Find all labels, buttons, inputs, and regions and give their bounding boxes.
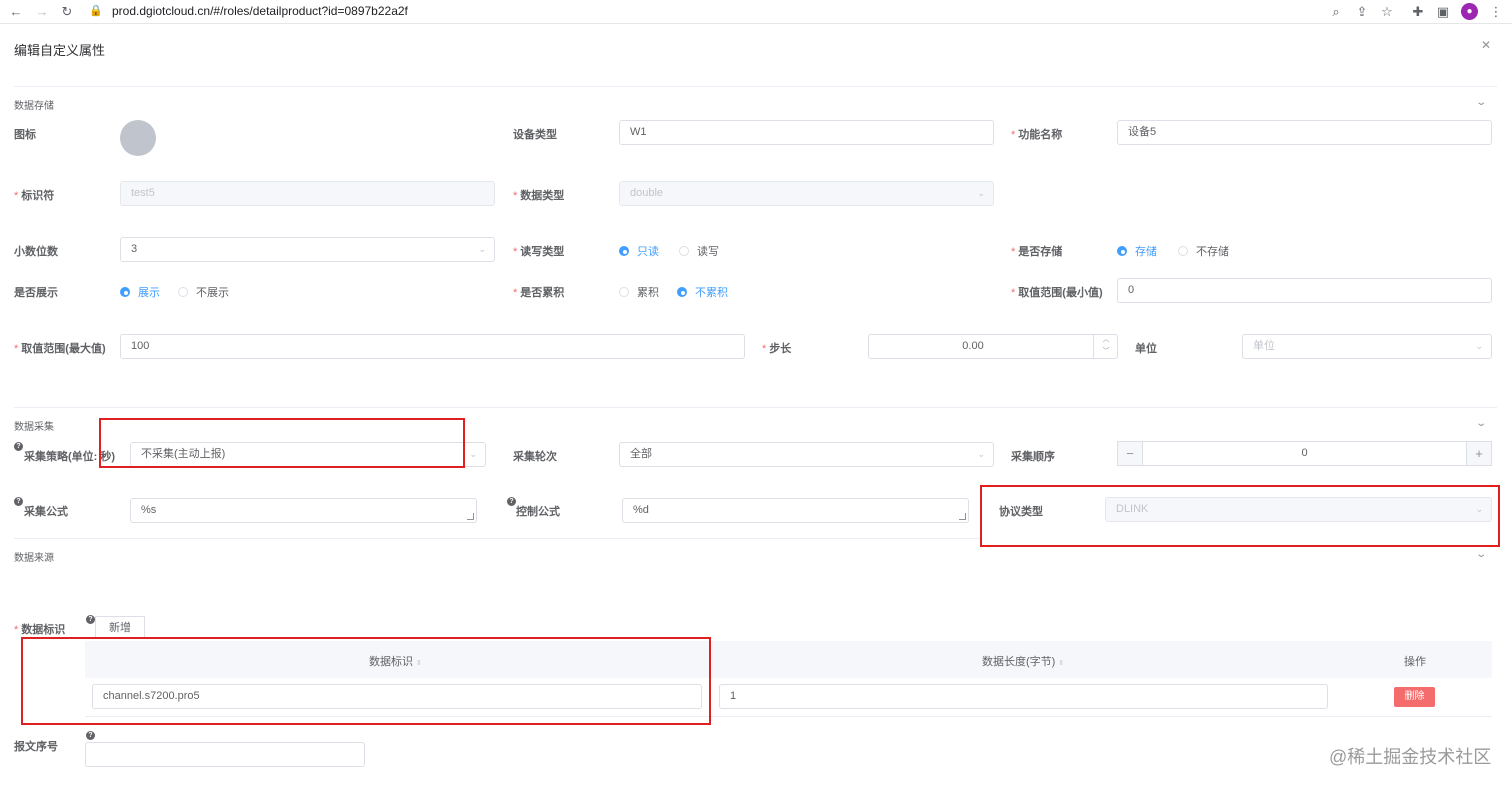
radio-show[interactable]: 展示 bbox=[120, 284, 160, 300]
highlight-box bbox=[21, 637, 711, 725]
max-input[interactable]: 100 bbox=[120, 334, 745, 359]
order-label: 采集顺序 bbox=[1011, 451, 1055, 463]
data-type-select: double ⌄ bbox=[619, 181, 994, 206]
formula-textarea[interactable]: %s bbox=[130, 498, 477, 523]
round-select[interactable]: 全部 ⌄ bbox=[619, 442, 994, 467]
dialog-title: 编辑自定义属性 bbox=[14, 43, 106, 58]
divider bbox=[14, 407, 1497, 408]
identifier-input: test5 bbox=[120, 181, 495, 206]
chevron-down-icon[interactable]: ⌄ bbox=[1475, 418, 1487, 429]
section-source-title: 数据来源 bbox=[14, 553, 54, 564]
sort-icon[interactable]: ⇕ bbox=[1058, 660, 1064, 667]
help-icon[interactable]: ? bbox=[14, 497, 23, 506]
chevron-down-icon: ⌄ bbox=[1475, 341, 1483, 351]
forward-icon[interactable]: → bbox=[34, 4, 50, 20]
increment-button[interactable]: + bbox=[1466, 441, 1492, 466]
column-header: 操作 bbox=[1404, 656, 1426, 668]
max-label: * 取值范围(最大值) bbox=[14, 343, 106, 355]
formula-label: 采集公式 bbox=[24, 506, 68, 518]
icon-label: 图标 bbox=[14, 129, 36, 141]
close-icon[interactable]: ✕ bbox=[1481, 38, 1491, 52]
seq-input[interactable] bbox=[85, 742, 365, 767]
data-length-input[interactable]: 1 bbox=[719, 684, 1328, 709]
menu-icon[interactable]: ⋮ bbox=[1488, 4, 1504, 20]
reload-icon[interactable]: ↻ bbox=[59, 4, 75, 20]
unit-label: 单位 bbox=[1135, 343, 1157, 355]
help-icon[interactable]: ? bbox=[14, 442, 23, 451]
radio-store[interactable]: 存储 bbox=[1117, 243, 1157, 259]
chevron-down-icon: ⌄ bbox=[977, 449, 985, 459]
device-type-input[interactable]: W1 bbox=[619, 120, 994, 145]
highlight-box bbox=[99, 418, 465, 468]
delete-button[interactable]: 删除 bbox=[1394, 687, 1435, 707]
step-input[interactable]: 0.00 bbox=[868, 334, 1118, 359]
decimals-label: 小数位数 bbox=[14, 246, 58, 258]
address-bar[interactable]: 🔒 prod.dgiotcloud.cn/#/roles/detailprodu… bbox=[84, 0, 1324, 22]
icon-upload[interactable] bbox=[120, 120, 156, 156]
rw-label: * 读写类型 bbox=[513, 246, 565, 258]
unit-select[interactable]: 单位 ⌄ bbox=[1242, 334, 1492, 359]
column-header[interactable]: 数据长度(字节) ⇕ bbox=[982, 653, 1064, 669]
divider bbox=[14, 538, 980, 539]
watermark: @稀土掘金技术社区 bbox=[1329, 747, 1492, 767]
store-label: * 是否存储 bbox=[1011, 246, 1063, 258]
step-spinner[interactable]: ︿ ﹀ bbox=[1093, 334, 1118, 359]
control-label: 控制公式 bbox=[516, 506, 560, 518]
func-name-input[interactable]: 设备5 bbox=[1117, 120, 1492, 145]
back-icon[interactable]: ← bbox=[8, 4, 24, 20]
show-label: 是否展示 bbox=[14, 287, 58, 299]
radio-noshow[interactable]: 不展示 bbox=[178, 284, 229, 300]
identifier-label: * 标识符 bbox=[14, 190, 55, 202]
decrement-button[interactable]: − bbox=[1117, 441, 1143, 466]
min-input[interactable]: 0 bbox=[1117, 278, 1492, 303]
chevron-down-icon[interactable]: ⌄ bbox=[1475, 97, 1487, 108]
highlight-box bbox=[980, 485, 1500, 547]
accum-label: * 是否累积 bbox=[513, 287, 565, 299]
sidepanel-icon[interactable]: ▣ bbox=[1435, 4, 1451, 20]
profile-avatar[interactable]: ● bbox=[1461, 3, 1478, 20]
help-icon[interactable]: ? bbox=[86, 615, 95, 624]
chevron-down-icon: ⌄ bbox=[469, 449, 477, 459]
help-icon[interactable]: ? bbox=[86, 731, 95, 740]
url-text: prod.dgiotcloud.cn/#/roles/detailproduct… bbox=[112, 4, 408, 18]
radio-noaccum[interactable]: 不累积 bbox=[677, 284, 728, 300]
data-type-label: * 数据类型 bbox=[513, 190, 565, 202]
data-id-label: * 数据标识 bbox=[14, 624, 66, 636]
share-icon[interactable]: ⇪ bbox=[1354, 4, 1370, 20]
func-name-label: * 功能名称 bbox=[1011, 129, 1063, 141]
min-label: * 取值范围(最小值) bbox=[1011, 287, 1103, 299]
bookmark-star-icon[interactable]: ☆ bbox=[1379, 4, 1395, 20]
add-button[interactable]: 新增 bbox=[95, 616, 145, 639]
control-textarea[interactable]: %d bbox=[622, 498, 969, 523]
round-label: 采集轮次 bbox=[513, 451, 557, 463]
radio-readonly[interactable]: 只读 bbox=[619, 243, 659, 259]
radio-nostore[interactable]: 不存储 bbox=[1178, 243, 1229, 259]
device-type-label: 设备类型 bbox=[513, 129, 557, 141]
browser-toolbar: ← → ↻ 🔒 prod.dgiotcloud.cn/#/roles/detai… bbox=[0, 0, 1512, 24]
help-icon[interactable]: ? bbox=[507, 497, 516, 506]
decimals-select[interactable]: 3 ⌄ bbox=[120, 237, 495, 262]
section-storage-title: 数据存储 bbox=[14, 101, 54, 112]
lock-icon: 🔒 bbox=[89, 5, 103, 17]
radio-accum[interactable]: 累积 bbox=[619, 284, 659, 300]
seq-label: 报文序号 bbox=[14, 741, 58, 753]
order-input[interactable]: 0 bbox=[1142, 441, 1467, 466]
step-label: * 步长 bbox=[762, 343, 792, 355]
zoom-icon[interactable]: ⌕ bbox=[1328, 4, 1344, 20]
extensions-icon[interactable]: ✚ bbox=[1410, 4, 1426, 20]
divider bbox=[14, 86, 1497, 87]
radio-readwrite[interactable]: 读写 bbox=[679, 243, 719, 259]
section-collect-title: 数据采集 bbox=[14, 422, 54, 433]
chevron-down-icon: ⌄ bbox=[977, 188, 985, 198]
chevron-down-icon[interactable]: ⌄ bbox=[1475, 549, 1487, 560]
chevron-down-icon: ⌄ bbox=[478, 244, 486, 254]
